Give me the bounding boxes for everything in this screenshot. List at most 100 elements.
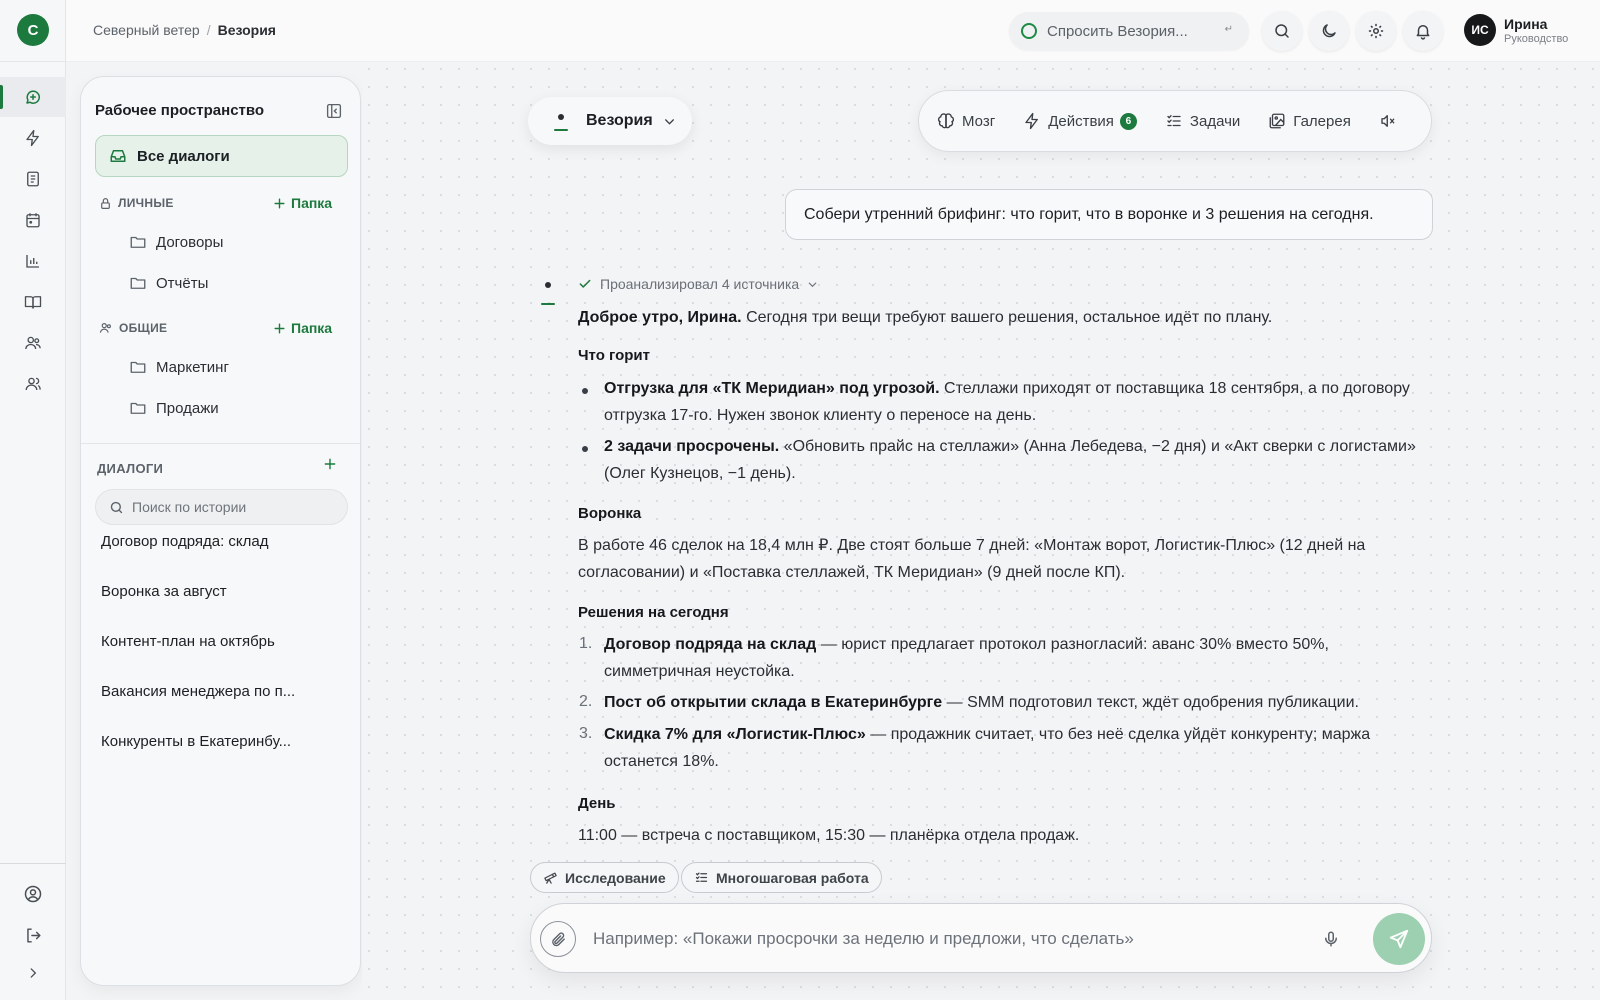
tab-actions[interactable]: Действия 6 bbox=[1023, 112, 1137, 130]
document-icon bbox=[27, 171, 39, 187]
panel-divider bbox=[81, 443, 360, 444]
funnel-paragraph: В работе 46 сделок на 18,4 млн ₽. Две ст… bbox=[578, 537, 1366, 581]
notifications-button[interactable] bbox=[1403, 11, 1443, 51]
rail-item-analytics[interactable] bbox=[0, 241, 66, 281]
rail-item-actions[interactable] bbox=[0, 118, 66, 158]
ask-assistant-button[interactable]: Спросить Везория... ↵ bbox=[1009, 12, 1249, 50]
breadcrumb-current: Везория bbox=[217, 22, 276, 38]
checklist-icon bbox=[1167, 115, 1181, 127]
add-shared-folder-button[interactable]: Папка bbox=[273, 320, 332, 336]
decision-item: Договор подряда на склад — юрист предлаг… bbox=[604, 631, 1434, 685]
message-input[interactable] bbox=[593, 924, 1283, 954]
folder-label: Продажи bbox=[156, 399, 219, 417]
send-icon bbox=[1389, 929, 1409, 949]
actions-count-badge: 6 bbox=[1119, 112, 1137, 130]
history-item[interactable]: Договор подряда: склад bbox=[101, 533, 269, 550]
rail-item-expand[interactable] bbox=[0, 953, 66, 993]
personal-section-header: ЛИЧНЫЕ bbox=[99, 196, 174, 210]
logout-icon bbox=[26, 927, 41, 943]
decision-item: Скидка 7% для «Логистик-Плюс» — продажни… bbox=[604, 721, 1434, 775]
search-button[interactable] bbox=[1262, 11, 1302, 51]
attach-button[interactable] bbox=[540, 921, 576, 957]
folder-item[interactable]: Маркетинг bbox=[129, 358, 229, 376]
analyzed-label: Проанализировал 4 источника bbox=[600, 276, 800, 292]
bolt-icon bbox=[1025, 112, 1039, 130]
research-mode-chip[interactable]: Исследование bbox=[530, 862, 679, 893]
all-dialogs-label: Все диалоги bbox=[137, 147, 230, 165]
greeting-text: Сегодня три вещи требуют вашего решения,… bbox=[741, 309, 1273, 326]
send-button[interactable] bbox=[1373, 913, 1425, 965]
history-search bbox=[95, 489, 348, 525]
agent-tabs: Мозг Действия 6 Задачи Галерея bbox=[918, 90, 1432, 152]
tab-brain[interactable]: Мозг bbox=[937, 112, 995, 130]
list-number: 3. bbox=[579, 725, 593, 742]
folder-item[interactable]: Продажи bbox=[129, 399, 219, 417]
speaker-muted-icon bbox=[1381, 115, 1395, 127]
chat-icon bbox=[26, 90, 40, 104]
collapse-panel-button[interactable] bbox=[325, 102, 343, 120]
book-icon bbox=[24, 296, 42, 309]
tab-gallery[interactable]: Галерея bbox=[1268, 112, 1351, 130]
decision-item-text: — SMM подготовил текст, ждёт одобрения п… bbox=[942, 694, 1359, 711]
workspace-panel: Рабочее пространство Все диалоги ЛИЧНЫЕ … bbox=[80, 76, 361, 986]
shared-label: ОБЩИЕ bbox=[119, 321, 168, 335]
folder-icon bbox=[130, 236, 146, 248]
plus-icon bbox=[274, 322, 285, 334]
theme-toggle-button[interactable] bbox=[1309, 11, 1349, 51]
plus-icon bbox=[324, 458, 336, 470]
rail-item-users[interactable] bbox=[0, 364, 66, 404]
team-icon bbox=[25, 336, 41, 350]
history-item[interactable]: Контент-план на октябрь bbox=[101, 633, 275, 650]
decision-item-bold: Договор подряда на склад bbox=[604, 636, 817, 653]
new-dialog-button[interactable] bbox=[323, 457, 337, 471]
breadcrumb-separator: / bbox=[206, 22, 211, 38]
fire-item-bold: 2 задачи просрочены. bbox=[604, 438, 780, 455]
search-icon bbox=[1275, 24, 1289, 38]
history-search-input[interactable] bbox=[132, 499, 332, 515]
greeting-paragraph: Доброе утро, Ирина. Сегодня три вещи тре… bbox=[578, 304, 1428, 331]
tab-tasks-label: Задачи bbox=[1189, 112, 1241, 130]
inbox-icon bbox=[110, 150, 126, 162]
rail-item-documents[interactable] bbox=[0, 159, 66, 199]
folder-label: Договоры bbox=[156, 233, 224, 251]
history-item[interactable]: Воронка за август bbox=[101, 583, 227, 600]
folder-item[interactable]: Отчёты bbox=[129, 274, 208, 292]
personal-label: ЛИЧНЫЕ bbox=[118, 196, 174, 210]
fire-item: 2 задачи просрочены. «Обновить прайс на … bbox=[604, 433, 1434, 487]
moon-icon bbox=[1322, 24, 1336, 38]
folder-icon bbox=[130, 361, 146, 373]
all-dialogs-button[interactable]: Все диалоги bbox=[95, 135, 348, 177]
folder-item[interactable]: Договоры bbox=[129, 233, 223, 251]
tab-tasks[interactable]: Задачи bbox=[1165, 112, 1240, 130]
history-item[interactable]: Конкуренты в Екатеринбу... bbox=[101, 733, 291, 750]
rail-item-team[interactable] bbox=[0, 323, 66, 363]
section-heading-funnel: Воронка bbox=[578, 505, 642, 522]
section-heading-day: День bbox=[578, 795, 616, 812]
rail-item-account[interactable] bbox=[0, 874, 66, 914]
add-folder-label: Папка bbox=[291, 195, 333, 211]
account-icon bbox=[24, 885, 42, 903]
users-icon bbox=[25, 377, 41, 391]
agent-selector[interactable]: Везория bbox=[528, 97, 692, 145]
settings-button[interactable] bbox=[1356, 11, 1396, 51]
rail-item-knowledge[interactable] bbox=[0, 282, 66, 322]
microphone-icon bbox=[1325, 931, 1337, 947]
app-logo[interactable]: С bbox=[17, 14, 49, 46]
bolt-icon bbox=[26, 129, 39, 147]
breadcrumb-org[interactable]: Северный ветер bbox=[93, 22, 200, 38]
user-avatar[interactable]: ИС bbox=[1464, 14, 1496, 46]
analyzed-sources-toggle[interactable]: Проанализировал 4 источника bbox=[578, 276, 818, 292]
message-composer bbox=[530, 903, 1432, 973]
gallery-icon bbox=[1269, 113, 1285, 129]
mute-button[interactable] bbox=[1379, 112, 1397, 130]
rail-item-logout[interactable] bbox=[0, 915, 66, 955]
agent-avatar-icon bbox=[541, 282, 555, 305]
day-paragraph: 11:00 — встреча с поставщиком, 15:30 — п… bbox=[578, 827, 1080, 844]
rail-item-calendar[interactable] bbox=[0, 200, 66, 240]
rail-item-chats[interactable] bbox=[0, 77, 66, 117]
voice-input-button[interactable] bbox=[1313, 921, 1349, 957]
plus-icon bbox=[274, 197, 285, 209]
history-item[interactable]: Вакансия менеджера по п... bbox=[101, 683, 295, 700]
add-personal-folder-button[interactable]: Папка bbox=[273, 195, 332, 211]
multistep-mode-chip[interactable]: Многошаговая работа bbox=[681, 862, 882, 893]
